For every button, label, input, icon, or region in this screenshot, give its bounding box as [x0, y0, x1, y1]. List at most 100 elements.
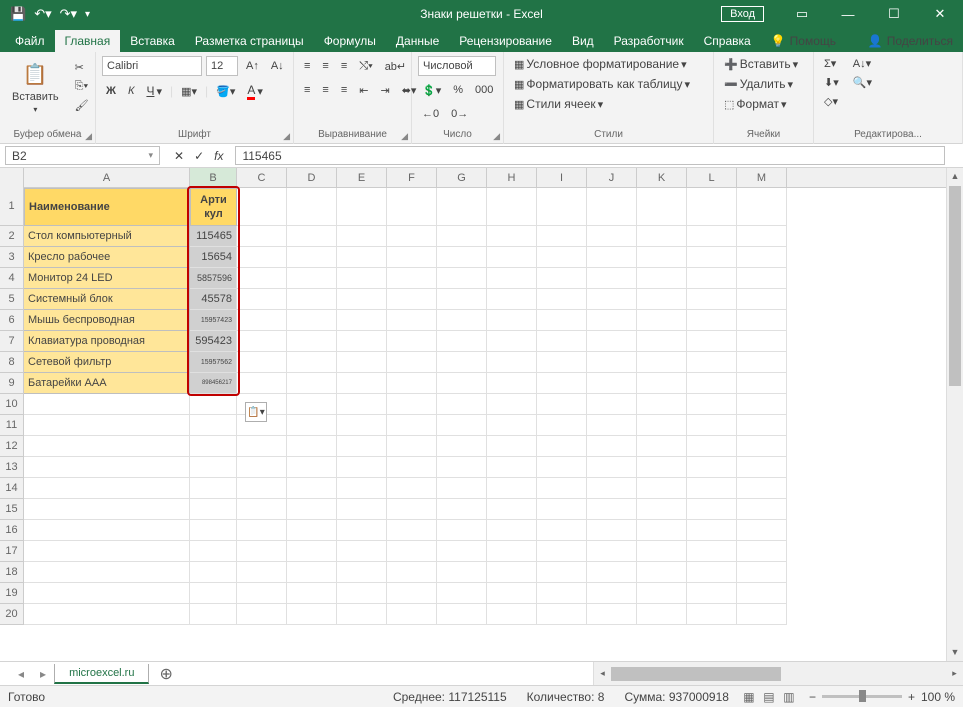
ribbon-display-icon[interactable]: ▭ [779, 0, 825, 28]
scrollbar-thumb[interactable] [611, 667, 781, 681]
cell[interactable] [237, 520, 287, 541]
cell[interactable] [737, 604, 787, 625]
cell[interactable] [387, 247, 437, 268]
dialog-launcher-icon[interactable]: ◢ [85, 131, 92, 142]
cell[interactable]: 595423 [190, 331, 237, 352]
column-header[interactable]: F [387, 168, 437, 188]
cell[interactable] [587, 226, 637, 247]
cell[interactable]: Кресло рабочее [24, 247, 190, 268]
cell[interactable] [387, 415, 437, 436]
cell[interactable] [537, 188, 587, 226]
maximize-icon[interactable]: ☐ [871, 0, 917, 28]
cell[interactable] [437, 541, 487, 562]
qat-customize-icon[interactable]: ▾ [85, 9, 90, 20]
cell[interactable] [387, 436, 437, 457]
cell[interactable] [487, 583, 537, 604]
cell[interactable] [587, 247, 637, 268]
cell[interactable] [387, 289, 437, 310]
cell[interactable] [237, 583, 287, 604]
cell[interactable] [537, 310, 587, 331]
column-header[interactable]: G [437, 168, 487, 188]
cell[interactable] [24, 499, 190, 520]
row-header[interactable]: 4 [0, 268, 24, 289]
cell[interactable] [337, 478, 387, 499]
cell[interactable]: Сетевой фильтр [24, 352, 190, 373]
scroll-left-icon[interactable]: ◂ [594, 668, 611, 679]
cell[interactable]: Монитор 24 LED [24, 268, 190, 289]
copy-icon[interactable]: ⎘▾ [71, 78, 93, 95]
cell[interactable] [287, 499, 337, 520]
cell[interactable] [737, 226, 787, 247]
cancel-formula-icon[interactable]: ✕ [174, 149, 184, 163]
cell[interactable] [237, 331, 287, 352]
cell[interactable] [687, 331, 737, 352]
cell[interactable] [437, 247, 487, 268]
cell[interactable] [190, 541, 237, 562]
increase-indent-icon[interactable]: ⇥ [376, 82, 393, 99]
cell[interactable] [687, 268, 737, 289]
cell[interactable] [190, 499, 237, 520]
cell[interactable] [387, 331, 437, 352]
cell[interactable] [24, 478, 190, 499]
align-center-icon[interactable]: ≡ [318, 82, 332, 98]
cell[interactable] [287, 436, 337, 457]
cell[interactable] [487, 457, 537, 478]
cell[interactable] [24, 457, 190, 478]
cell[interactable] [437, 562, 487, 583]
format-cells-button[interactable]: ⬚ Формат▾ [720, 95, 807, 113]
cell[interactable] [387, 373, 437, 394]
cell[interactable] [337, 457, 387, 478]
cell[interactable] [437, 310, 487, 331]
name-box[interactable]: B2▾ [5, 146, 160, 165]
cell[interactable] [437, 478, 487, 499]
sheet-nav-next-icon[interactable]: ▸ [32, 667, 54, 681]
cell[interactable] [687, 520, 737, 541]
row-header[interactable]: 10 [0, 394, 24, 415]
cell[interactable] [737, 188, 787, 226]
comma-icon[interactable]: 000 [471, 82, 497, 98]
cell[interactable] [487, 415, 537, 436]
cell[interactable] [387, 394, 437, 415]
cell[interactable] [337, 352, 387, 373]
cell[interactable] [687, 188, 737, 226]
vertical-scrollbar[interactable]: ▲ ▼ [946, 168, 963, 661]
cell[interactable] [687, 352, 737, 373]
row-header[interactable]: 8 [0, 352, 24, 373]
row-header[interactable]: 16 [0, 520, 24, 541]
cell[interactable] [337, 310, 387, 331]
cell[interactable] [737, 478, 787, 499]
cell[interactable] [237, 562, 287, 583]
cell[interactable] [190, 604, 237, 625]
cell[interactable] [587, 373, 637, 394]
cell[interactable] [387, 268, 437, 289]
cell[interactable] [487, 541, 537, 562]
cell[interactable] [737, 289, 787, 310]
cell[interactable] [287, 331, 337, 352]
cell[interactable] [537, 268, 587, 289]
row-header[interactable]: 2 [0, 226, 24, 247]
align-middle-icon[interactable]: ≡ [318, 58, 332, 74]
font-size-select[interactable] [206, 56, 238, 76]
conditional-formatting-button[interactable]: ▦ Условное форматирование▾ [510, 55, 707, 73]
cut-icon[interactable]: ✂ [71, 59, 93, 76]
cell[interactable] [337, 562, 387, 583]
cell[interactable] [537, 289, 587, 310]
cell[interactable] [487, 331, 537, 352]
scrollbar-thumb[interactable] [949, 186, 961, 386]
cell[interactable] [437, 520, 487, 541]
cell[interactable] [537, 373, 587, 394]
tab-developer[interactable]: Разработчик [604, 30, 694, 52]
cell[interactable] [487, 268, 537, 289]
close-icon[interactable]: ✕ [917, 0, 963, 28]
column-header[interactable]: B [190, 168, 237, 188]
cell[interactable] [337, 499, 387, 520]
column-header[interactable]: H [487, 168, 537, 188]
format-painter-icon[interactable]: 🖌 [71, 97, 93, 114]
column-header[interactable]: L [687, 168, 737, 188]
cell[interactable]: Наименование [24, 188, 190, 226]
cell[interactable] [537, 478, 587, 499]
cell[interactable] [287, 583, 337, 604]
cell[interactable] [437, 289, 487, 310]
cell[interactable] [537, 415, 587, 436]
cell[interactable] [24, 604, 190, 625]
